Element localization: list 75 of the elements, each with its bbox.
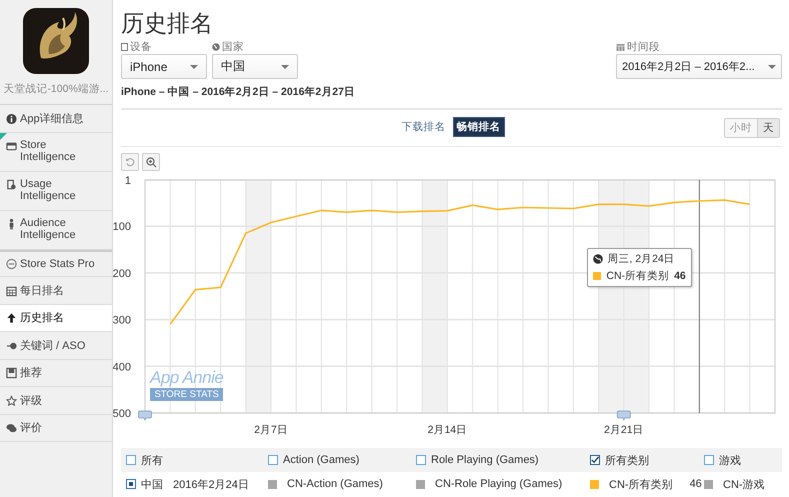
rank-tab[interactable]: 畅销排名 bbox=[452, 117, 504, 137]
zoom-icon bbox=[146, 156, 156, 168]
calendar-icon bbox=[616, 42, 625, 50]
series-value: 46 bbox=[690, 478, 702, 490]
annotation-icon[interactable] bbox=[138, 410, 152, 420]
annotation-icon[interactable] bbox=[616, 410, 631, 420]
filter-label: 国家 bbox=[222, 40, 244, 54]
globe-icon bbox=[593, 254, 604, 264]
arrow-up-icon bbox=[6, 312, 17, 324]
category-label: Role Playing (Games) bbox=[431, 454, 539, 466]
category-label: 所有 bbox=[141, 454, 163, 468]
sidebar-item[interactable]: App详细信息 bbox=[0, 105, 112, 132]
star-icon bbox=[6, 394, 17, 407]
sidebar-item[interactable]: 推荐 bbox=[0, 360, 112, 387]
sidebar-item[interactable]: Store Intelligence bbox=[0, 132, 112, 172]
watermark-label: STORE STATS bbox=[150, 388, 223, 401]
category-label: 所有类别 bbox=[605, 454, 649, 468]
dropdown[interactable]: 中国 bbox=[212, 54, 298, 79]
y-axis-label: 500 bbox=[113, 408, 131, 420]
summary-text: iPhone – 中国 – 2016年2月2日 – 2016年2月27日 bbox=[121, 85, 356, 99]
checkbox[interactable] bbox=[126, 455, 136, 465]
watermark-brand: App Annie bbox=[150, 368, 224, 388]
series-name: CN-Role Playing (Games) bbox=[435, 478, 562, 490]
y-axis-label: 1 bbox=[124, 175, 131, 187]
series-swatch bbox=[593, 272, 602, 280]
globe-icon bbox=[212, 42, 220, 50]
phone-icon bbox=[6, 178, 17, 190]
series-value: 46 bbox=[674, 270, 686, 282]
filter-label: 时间段 bbox=[627, 40, 660, 54]
sidebar-item[interactable]: Store Stats Pro bbox=[0, 250, 112, 277]
page-title: 历史排名 bbox=[121, 9, 214, 38]
sidebar-item[interactable]: Audience Intelligence bbox=[0, 210, 112, 250]
corner-flag-icon bbox=[0, 132, 7, 140]
speech-bubble-icon bbox=[6, 422, 17, 434]
radio-button[interactable] bbox=[126, 479, 136, 489]
series-name: CN-所有类别 bbox=[606, 269, 670, 283]
phone-icon bbox=[121, 42, 128, 50]
country-label: 中国 bbox=[141, 478, 163, 492]
y-axis-label: 300 bbox=[113, 314, 131, 327]
category-label: 游戏 bbox=[719, 454, 741, 468]
checkbox[interactable] bbox=[268, 455, 278, 465]
sidebar-item[interactable]: 评级 bbox=[0, 387, 112, 414]
y-axis-label: 100 bbox=[113, 221, 131, 234]
sidebar-item[interactable]: 历史排名 bbox=[0, 304, 112, 332]
dropdown[interactable]: iPhone bbox=[121, 54, 207, 79]
sidebar-item[interactable]: Usage Intelligence bbox=[0, 172, 112, 210]
sidebar-item[interactable]: 评价 bbox=[0, 414, 112, 442]
series-name: CN-所有类别 bbox=[609, 478, 673, 492]
interval-button[interactable]: 天 bbox=[757, 119, 779, 137]
tooltip-title: 周三, 2月24日 bbox=[607, 252, 675, 266]
zoom-button[interactable] bbox=[142, 153, 160, 171]
x-axis-label: 2月7日 bbox=[254, 424, 288, 436]
checkbox[interactable] bbox=[704, 455, 714, 465]
category-label: Action (Games) bbox=[283, 454, 360, 466]
y-axis-label: 200 bbox=[113, 268, 131, 280]
info-icon bbox=[6, 112, 17, 125]
y-axis-label: 400 bbox=[113, 361, 131, 374]
app-name: 天堂战记-100%端游... bbox=[3, 82, 109, 96]
checkbox[interactable] bbox=[416, 455, 426, 465]
x-axis-label: 2月21日 bbox=[604, 424, 644, 436]
store-icon bbox=[6, 140, 17, 152]
app-icon bbox=[23, 8, 89, 74]
rank-tab[interactable]: 下载排名 bbox=[398, 118, 448, 136]
filter-label: 设备 bbox=[130, 40, 152, 54]
x-axis-label: 2月14日 bbox=[428, 424, 468, 436]
sidebar-item[interactable]: 关键词 / ASO bbox=[0, 332, 112, 360]
series-name: CN-游戏 bbox=[723, 478, 765, 492]
date-label: 2016年2月24日 bbox=[173, 478, 249, 492]
reset-icon bbox=[125, 157, 135, 167]
checkbox[interactable] bbox=[590, 455, 600, 465]
bookmark-icon bbox=[6, 367, 17, 380]
circle-icon bbox=[6, 258, 17, 270]
date-range-dropdown[interactable]: 2016年2月2日 – 2016年2... bbox=[616, 54, 782, 79]
series-name: CN-Action (Games) bbox=[287, 478, 383, 490]
calendar-icon bbox=[6, 284, 17, 297]
